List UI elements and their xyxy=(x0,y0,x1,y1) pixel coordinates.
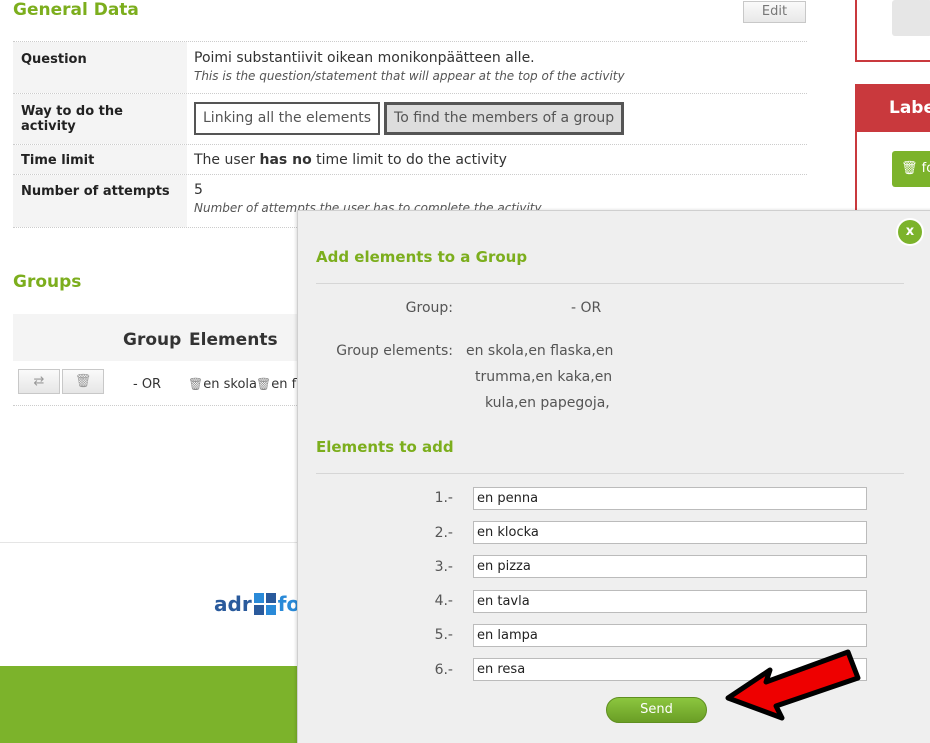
groups-title: Groups xyxy=(13,272,82,292)
footer-band xyxy=(0,666,300,743)
group-elements-line-3: kula,en papegoja, xyxy=(485,395,610,411)
swap-icon: ⇄ xyxy=(33,374,45,389)
element-input-3[interactable] xyxy=(473,555,867,578)
element-chip-2[interactable]: 🗑en fla xyxy=(256,377,297,392)
way-label: Way to do the activity xyxy=(13,94,187,144)
group-elements-label: Group elements: xyxy=(336,343,453,359)
elements-column-header: Elements xyxy=(189,330,278,350)
group-cell: - OR xyxy=(133,377,162,392)
way-value: Linking all the elements To find the memb… xyxy=(194,94,807,135)
sidebar-button-label: fo xyxy=(921,161,930,176)
trash-icon: 🗑 xyxy=(74,374,92,389)
element-input-1[interactable] xyxy=(473,487,867,510)
item-number-1: 1.- xyxy=(434,490,453,506)
modal-divider xyxy=(316,473,904,474)
item-number-6: 6.- xyxy=(434,662,453,678)
edit-button[interactable]: Edit xyxy=(743,1,806,23)
trash-icon: 🗑 xyxy=(901,161,922,176)
group-elements-line-2: trumma,en kaka,en xyxy=(475,369,613,385)
red-arrow-annotation-icon xyxy=(725,649,861,721)
move-group-button[interactable]: ⇄ xyxy=(18,369,60,394)
footer-divider xyxy=(0,542,300,543)
modal-title: Add elements to a Group xyxy=(316,248,528,266)
group-field-value: - OR xyxy=(571,300,602,316)
time-text-bold: has no xyxy=(259,152,312,168)
item-number-3: 3.- xyxy=(434,559,453,575)
trash-icon: 🗑 xyxy=(188,377,204,391)
item-number-4: 4.- xyxy=(434,593,453,609)
attempts-number: 5 xyxy=(194,182,203,198)
element-input-2[interactable] xyxy=(473,521,867,544)
group-field-label: Group: xyxy=(405,300,453,316)
question-value: Poimi substantiivit oikean monikonpäätte… xyxy=(194,42,807,83)
time-text-post: time limit to do the activity xyxy=(311,152,507,168)
question-label: Question xyxy=(13,42,187,93)
time-label: Time limit xyxy=(13,145,187,174)
time-row: Time limit The user has no time limit to… xyxy=(13,145,807,175)
attempts-label: Number of attempts xyxy=(13,175,187,227)
time-text-pre: The user xyxy=(194,152,260,168)
question-row: Question Poimi substantiivit oikean moni… xyxy=(13,41,807,94)
time-value: The user has no time limit to do the act… xyxy=(194,145,807,168)
sidebar-green-button[interactable]: 🗑 fo xyxy=(892,151,930,187)
question-text: Poimi substantiivit oikean monikonpäätte… xyxy=(194,50,535,66)
way-row: Way to do the activity Linking all the e… xyxy=(13,94,807,145)
element-chip-label: en skola xyxy=(203,377,257,392)
group-mode-button[interactable]: To find the members of a group xyxy=(384,102,625,135)
footer-logo: adr fo xyxy=(214,592,300,616)
close-modal-button[interactable]: x xyxy=(898,220,922,244)
send-button[interactable]: Send xyxy=(606,697,707,723)
logo-squares-icon xyxy=(253,593,276,615)
group-elements-line-1: en skola,en flaska,en xyxy=(466,343,614,359)
element-chip-1[interactable]: 🗑en skola xyxy=(188,377,257,392)
logo-text: adr xyxy=(214,592,252,616)
modal-divider xyxy=(316,283,904,284)
general-data-title: General Data xyxy=(13,0,139,20)
element-input-5[interactable] xyxy=(473,624,867,647)
sidebar-grey-button[interactable] xyxy=(892,0,930,36)
question-note: This is the question/statement that will… xyxy=(194,69,625,83)
trash-icon: 🗑 xyxy=(256,377,272,391)
sidebar-labels-header: Labe xyxy=(855,84,930,132)
element-input-4[interactable] xyxy=(473,590,867,613)
elements-to-add-title: Elements to add xyxy=(316,438,454,456)
linking-mode-button[interactable]: Linking all the elements xyxy=(194,102,381,135)
item-number-2: 2.- xyxy=(434,525,453,541)
delete-group-button[interactable]: 🗑 xyxy=(62,369,104,394)
attempts-value: 5 Number of attempts the user has to com… xyxy=(194,175,807,215)
item-number-5: 5.- xyxy=(434,627,453,643)
group-column-header: Group xyxy=(123,330,182,350)
element-chip-label: en fla xyxy=(271,377,297,392)
